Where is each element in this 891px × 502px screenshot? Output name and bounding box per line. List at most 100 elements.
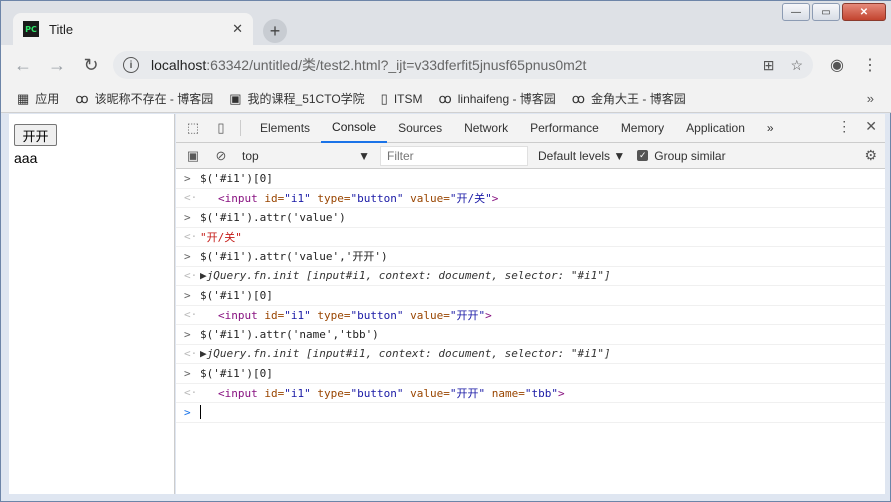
address-bar[interactable]: i localhost:63342/untitled/类/test2.html?… <box>113 51 813 79</box>
bookmark-label: 我的课程_51CTO学院 <box>247 92 365 106</box>
input-prompt-icon: > <box>184 405 191 419</box>
browser-tab[interactable]: PC Title ✕ <box>13 13 253 45</box>
console-result-element[interactable]: <input id="i1" type="button" value="开开"> <box>218 307 492 323</box>
console-line: > $('#i1')[0] <box>176 169 885 189</box>
minimize-button[interactable]: — <box>782 3 810 21</box>
settings-gear-icon[interactable]: ⚙ <box>864 147 877 164</box>
bookmark-icon: ꝏ <box>438 90 452 106</box>
html-attr-value: 开开 <box>456 386 479 400</box>
translate-icon[interactable]: ⊞ <box>763 57 775 74</box>
log-levels-dropdown[interactable]: Default levels ▼ <box>538 149 625 163</box>
filter-input[interactable] <box>380 145 528 166</box>
output-prompt-icon: <· <box>184 347 198 361</box>
html-attr: id= <box>264 386 285 400</box>
tab-close-icon[interactable]: ✕ <box>232 21 243 37</box>
maximize-button[interactable]: ▭ <box>812 3 840 21</box>
console-command: $('#i1').attr('name','tbb') <box>200 327 379 341</box>
html-attr-value: "button" <box>350 191 411 205</box>
html-attr: type= <box>317 308 351 322</box>
devtools-more-tabs-icon[interactable]: » <box>756 114 785 143</box>
console-command: $('#i1')[0] <box>200 171 273 185</box>
bookmark-label: linhaifeng - 博客园 <box>457 92 556 106</box>
sidebar-toggle-icon[interactable]: ▣ <box>182 145 204 167</box>
bookmark-label: 应用 <box>35 92 60 106</box>
console-line: > $('#i1')[0] <box>176 286 885 306</box>
browser-menu-icon[interactable]: ⋮ <box>862 55 878 75</box>
devtools-tab-sources[interactable]: Sources <box>387 114 453 143</box>
divider <box>240 120 241 136</box>
bookmark-item[interactable]: ꝏ linhaifeng - 博客园 <box>439 90 556 107</box>
clear-console-icon[interactable]: ⊘ <box>210 145 232 167</box>
html-quote: " <box>551 386 558 400</box>
devtools-actions: ⋮ ✕ <box>837 118 877 135</box>
dropdown-arrow-icon: ▼ <box>358 148 370 163</box>
bookmark-item[interactable]: ꝏ 该昵称不存在 - 博客园 <box>75 90 213 107</box>
page-text: aaa <box>14 150 38 166</box>
console-result-string: "开/关" <box>200 230 242 244</box>
console-command: $('#i1').attr('value') <box>200 210 346 224</box>
bookmark-item[interactable]: ▣ 我的课程_51CTO学院 <box>229 90 364 107</box>
devtools-tab-application[interactable]: Application <box>675 114 756 143</box>
devtools-tab-bar: ⬚ ▯ Elements Console Sources Network Perform… <box>176 114 885 143</box>
html-attr: type= <box>317 386 351 400</box>
devtools-close-icon[interactable]: ✕ <box>865 118 877 135</box>
bookmarks-bar: ▦ 应用 ꝏ 该昵称不存在 - 博客园 ▣ 我的课程_51CTO学院 ▯ ITSM ꝏ linha… <box>1 85 891 113</box>
console-line: > $('#i1').attr('value') <box>176 208 885 228</box>
url-host: localhost <box>151 57 207 73</box>
html-attr-value: "i1" <box>284 308 318 322</box>
html-attr: value= <box>410 191 450 205</box>
html-attr-value: tbb <box>531 386 552 400</box>
console-prompt-line[interactable]: > <box>176 403 885 423</box>
expand-triangle-icon: ▶ <box>200 347 207 361</box>
context-value: top <box>242 148 259 163</box>
html-attr-value: "button" <box>350 386 411 400</box>
inspect-element-icon[interactable]: ⬚ <box>182 117 204 139</box>
bookmark-icon: ▣ <box>229 90 242 106</box>
devtools-menu-icon[interactable]: ⋮ <box>837 118 851 135</box>
new-tab-button[interactable]: + <box>263 19 287 43</box>
forward-icon[interactable]: → <box>45 53 69 77</box>
bookmark-item[interactable]: ▯ ITSM <box>381 91 423 107</box>
checkbox-checked-icon[interactable]: ✓ <box>637 150 649 161</box>
html-tag: > <box>557 386 565 400</box>
devtools-tab-elements[interactable]: Elements <box>249 114 321 143</box>
console-result-element[interactable]: <input id="i1" type="button" value="开开" … <box>218 385 565 401</box>
bookmark-item[interactable]: ꝏ 金角大王 - 博客园 <box>572 90 686 107</box>
url-text[interactable]: localhost:63342/untitled/类/test2.html?_i… <box>151 55 586 75</box>
url-path: :63342/untitled/类/test2.html?_ijt=v33dfe… <box>206 57 587 73</box>
bookmarks-overflow-icon[interactable]: » <box>867 91 874 106</box>
close-window-button[interactable]: ✕ <box>842 3 886 21</box>
expand-triangle-icon: ▶ <box>200 269 207 283</box>
output-prompt-icon: <· <box>184 191 198 205</box>
devtools-tab-performance[interactable]: Performance <box>519 114 610 143</box>
browser-window: PC Title ✕ + — ▭ ✕ ← → ↻ i localhost:633… <box>0 0 891 502</box>
console-command: $('#i1')[0] <box>200 366 273 380</box>
device-toolbar-icon[interactable]: ▯ <box>210 117 232 139</box>
html-attr: value= <box>410 308 450 322</box>
context-select[interactable]: top ▼ <box>238 146 374 166</box>
group-similar-checkbox[interactable]: ✓ Group similar <box>637 149 726 163</box>
devtools-tab-network[interactable]: Network <box>453 114 519 143</box>
devtools-tab-memory[interactable]: Memory <box>610 114 675 143</box>
back-icon[interactable]: ← <box>11 53 35 77</box>
toggle-button[interactable]: 开开 <box>14 124 57 146</box>
site-info-icon[interactable]: i <box>123 57 139 73</box>
devtools-tab-console[interactable]: Console <box>321 114 388 143</box>
console-result-element[interactable]: <input id="i1" type="button" value="开/关"… <box>218 190 498 206</box>
html-attr: value= <box>410 386 450 400</box>
html-tag: > <box>485 308 492 322</box>
bookmark-item[interactable]: ▦ 应用 <box>17 90 59 107</box>
bookmark-star-icon[interactable]: ☆ <box>790 57 803 74</box>
reload-icon[interactable]: ↻ <box>79 53 103 77</box>
devtools-panel: ⬚ ▯ Elements Console Sources Network Perform… <box>176 114 885 494</box>
html-tag: <input <box>218 308 265 322</box>
html-tag: > <box>491 191 499 205</box>
account-icon[interactable]: ◉ <box>830 55 844 75</box>
bookmark-label: 该昵称不存在 - 博客园 <box>94 92 214 106</box>
page-viewport: 开开 aaa <box>9 114 175 494</box>
html-attr-value: "i1" <box>284 191 318 205</box>
console-line: <· ▶ jQuery.fn.init [input#i1, context: d… <box>176 345 885 364</box>
output-prompt-icon: <· <box>184 386 198 400</box>
browser-toolbar: ← → ↻ i localhost:63342/untitled/类/test2… <box>1 45 891 85</box>
console-result-object: jQuery.fn.init [input#i1, context: docum… <box>206 269 611 283</box>
